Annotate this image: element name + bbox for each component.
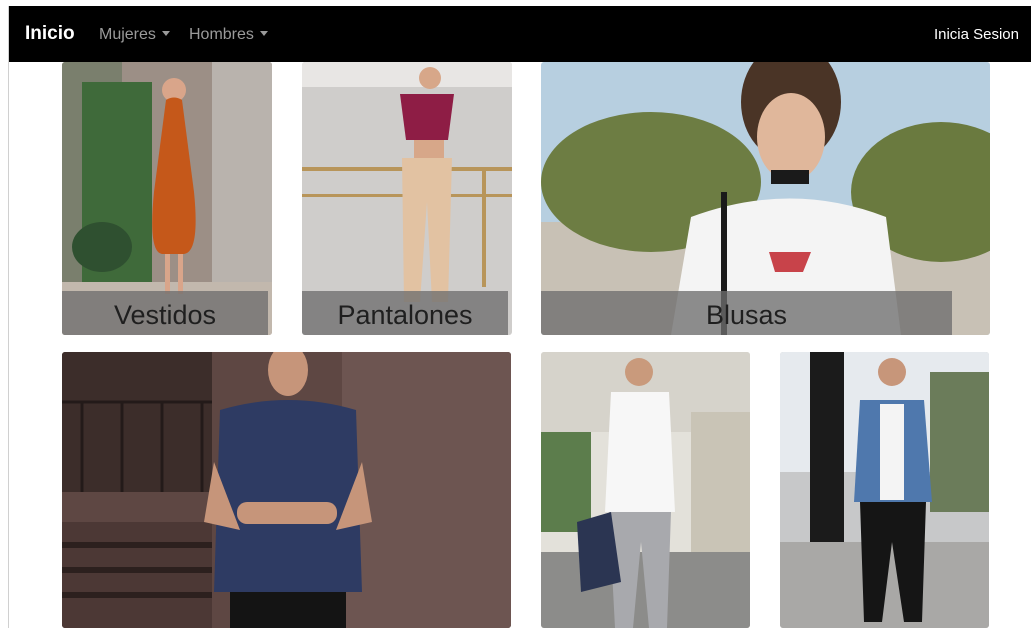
page: Inicio Mujeres Hombres Inicia Sesion Ves… [8, 6, 1031, 628]
category-label-pantalones: Pantalones [302, 291, 508, 335]
category-card-blusas[interactable]: Blusas [541, 62, 990, 335]
chevron-down-icon [259, 31, 268, 36]
nav-label-hombres: Hombres [189, 26, 254, 43]
login-link[interactable]: Inicia Sesion [934, 26, 1019, 43]
chevron-down-icon [161, 31, 170, 36]
category-card-pantalones[interactable]: Pantalones [302, 62, 512, 335]
brand-link[interactable]: Inicio [25, 23, 75, 45]
camisetas-photo [62, 352, 511, 628]
category-card-vestidos[interactable]: Vestidos [62, 62, 272, 335]
category-card-camisas[interactable] [541, 352, 750, 628]
category-card-camisetas[interactable] [62, 352, 511, 628]
nav-dropdown-hombres[interactable]: Hombres [189, 26, 268, 44]
nav-label-mujeres: Mujeres [99, 26, 156, 43]
nav-dropdown-mujeres[interactable]: Mujeres [99, 26, 170, 44]
chaquetas-photo [780, 352, 989, 628]
category-label-blusas: Blusas [541, 291, 952, 335]
camisas-photo [541, 352, 750, 628]
category-card-chaquetas[interactable] [780, 352, 989, 628]
navbar: Inicio Mujeres Hombres Inicia Sesion [9, 6, 1031, 62]
category-label-vestidos: Vestidos [62, 291, 268, 335]
